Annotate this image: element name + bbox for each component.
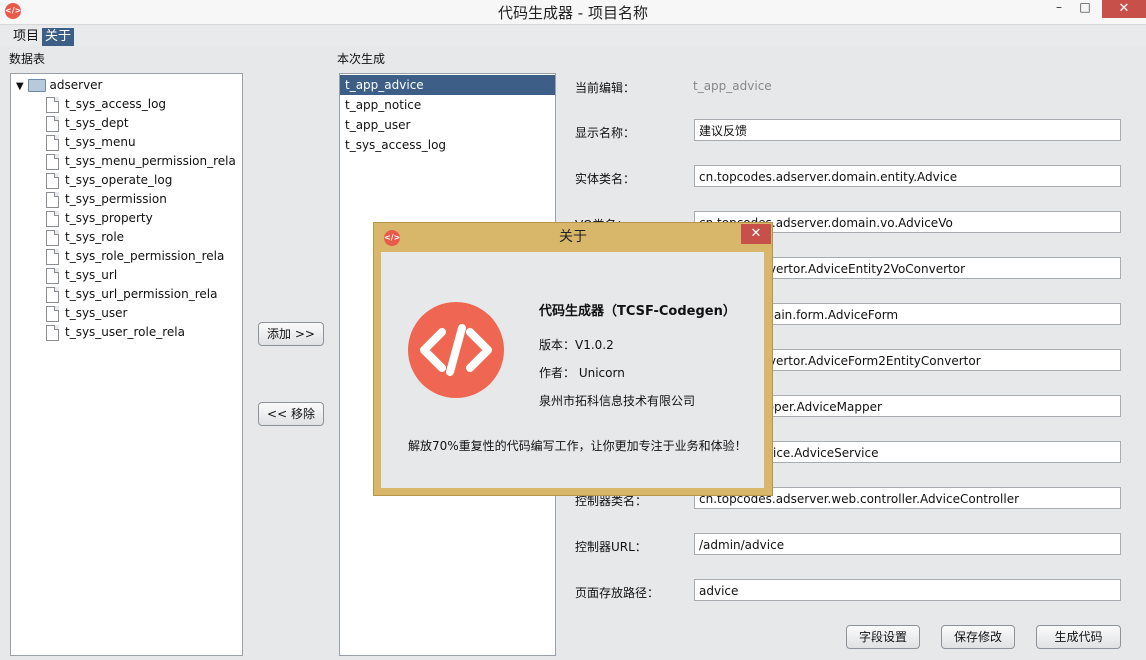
menu-bar — [0, 26, 1146, 46]
tree-item-label: t_sys_operate_log — [65, 173, 173, 187]
tree-root-label: adserver — [49, 78, 103, 92]
table-file-icon — [46, 172, 59, 189]
table-file-icon — [46, 286, 59, 303]
tree-item-label: t_sys_url — [65, 268, 118, 282]
tree-item-label: t_sys_user_role_rela — [65, 325, 185, 339]
table-file-icon — [46, 153, 59, 170]
tree-item-label: t_sys_menu — [65, 135, 136, 149]
folder-icon — [27, 79, 46, 92]
selected-list-item[interactable]: t_app_advice — [340, 75, 555, 95]
menu-project[interactable]: 项目 — [10, 28, 42, 46]
table-file-icon — [46, 324, 59, 341]
app-name: 代码生成器（TCSF-Codegen） — [539, 304, 736, 319]
table-file-icon — [46, 210, 59, 227]
version-text: 版本：V1.0.2 — [539, 338, 614, 352]
tree-item[interactable]: t_sys_user — [46, 304, 127, 323]
table-file-icon — [46, 115, 59, 132]
tree-item-label: t_sys_property — [65, 211, 153, 225]
tree-item[interactable]: t_sys_dept — [46, 114, 129, 133]
field-settings-button[interactable]: 字段设置 — [846, 625, 920, 649]
tree-item[interactable]: t_sys_access_log — [46, 95, 166, 114]
code-logo-icon — [408, 302, 504, 398]
selected-list-item[interactable]: t_app_notice — [340, 95, 555, 115]
field-label: 实体类名： — [575, 172, 636, 186]
selected-label: 本次生成 — [337, 52, 386, 66]
tree-item-label: t_sys_url_permission_rela — [65, 287, 218, 301]
tree-item-label: t_sys_permission — [65, 192, 167, 206]
tree-item[interactable]: t_sys_user_role_rela — [46, 323, 185, 342]
tree-item-label: t_sys_user — [65, 306, 128, 320]
tree-item[interactable]: t_sys_role — [46, 228, 124, 247]
tree-item[interactable]: t_sys_url_permission_rela — [46, 285, 217, 304]
tree-root[interactable]: ▼ adserver — [16, 76, 103, 95]
field-label: 显示名称： — [575, 126, 636, 140]
field-input[interactable]: /admin/advice — [694, 533, 1121, 555]
field-input[interactable]: 建议反馈 — [694, 119, 1121, 141]
tree-item[interactable]: t_sys_url — [46, 266, 117, 285]
author-text: 作者： Unicorn — [539, 366, 625, 380]
tree-item[interactable]: t_sys_menu — [46, 133, 136, 152]
dialog-body: 代码生成器（TCSF-Codegen） 版本：V1.0.2 作者： Unicor… — [381, 252, 764, 488]
tree-item-label: t_sys_access_log — [65, 97, 167, 111]
tree-item-label: t_sys_role_permission_rela — [65, 249, 225, 263]
menu-about[interactable]: 关于 — [42, 28, 75, 46]
tree-item[interactable]: t_sys_permission — [46, 190, 167, 209]
tree-item-label: t_sys_dept — [65, 116, 129, 130]
tables-label: 数据表 — [9, 52, 46, 66]
selected-list-item[interactable]: t_app_user — [340, 115, 555, 135]
field-input[interactable]: cn.topcodes.adserver.domain.entity.Advic… — [694, 165, 1121, 187]
window-title: 代码生成器 - 项目名称 — [498, 4, 648, 22]
save-changes-button[interactable]: 保存修改 — [941, 625, 1015, 649]
tree-item[interactable]: t_sys_property — [46, 209, 153, 228]
generate-code-button[interactable]: 生成代码 — [1036, 625, 1121, 649]
tree-item[interactable]: t_sys_operate_log — [46, 171, 172, 190]
tree-item[interactable]: t_sys_menu_permission_rela — [46, 152, 236, 171]
maximize-button[interactable]: □ — [1074, 0, 1096, 18]
table-file-icon — [46, 96, 59, 113]
dialog-title: 关于 — [559, 229, 587, 245]
table-file-icon — [46, 191, 59, 208]
field-label: 控制器URL： — [575, 540, 647, 554]
add-button[interactable]: 添加 >> — [258, 322, 324, 346]
tree-item-label: t_sys_menu_permission_rela — [65, 154, 236, 168]
current-edit-value: t_app_advice — [693, 79, 772, 93]
tree-item-label: t_sys_role — [65, 230, 125, 244]
table-file-icon — [46, 229, 59, 246]
current-edit-label: 当前编辑： — [575, 81, 636, 95]
about-dialog: </> 关于 ✕ 代码生成器（TCSF-Codegen） 版本：V1.0.2 作… — [373, 222, 773, 496]
table-file-icon — [46, 248, 59, 265]
table-file-icon — [46, 134, 59, 151]
table-file-icon — [46, 305, 59, 322]
slogan-text: 解放70%重复性的代码编写工作，让你更加专注于业务和体验！ — [408, 439, 747, 453]
minimize-button[interactable]: – — [1048, 0, 1070, 18]
expand-arrow-icon[interactable]: ▼ — [16, 81, 24, 92]
field-label: 页面存放路径： — [575, 586, 660, 600]
company-text: 泉州市拓科信息技术有限公司 — [539, 394, 696, 408]
tables-tree[interactable]: ▼ adserver t_sys_access_log t_sys_dept t_s… — [10, 73, 243, 656]
tree-item[interactable]: t_sys_role_permission_rela — [46, 247, 224, 266]
table-file-icon — [46, 267, 59, 284]
field-input[interactable]: advice — [694, 579, 1121, 601]
selected-list-item[interactable]: t_sys_access_log — [340, 135, 555, 155]
close-button[interactable]: ✕ — [1102, 0, 1146, 18]
dialog-close-button[interactable]: ✕ — [741, 224, 771, 244]
remove-button[interactable]: << 移除 — [258, 402, 324, 426]
